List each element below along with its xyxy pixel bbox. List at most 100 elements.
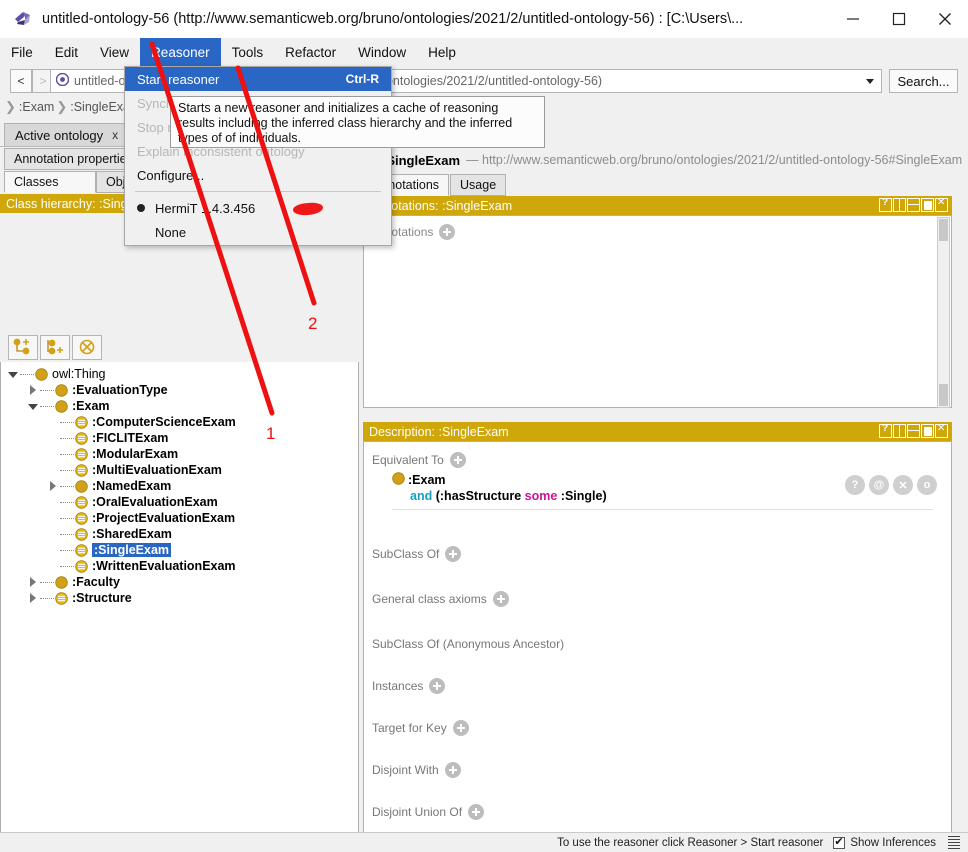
split-vertical-icon[interactable] — [893, 424, 906, 438]
menu-item-none[interactable]: None — [125, 220, 391, 244]
breadcrumb-item-exam[interactable]: ❯ :Exam — [5, 99, 54, 115]
add-subclass-of-button[interactable] — [445, 546, 462, 562]
delete-icon[interactable]: ✕ — [893, 475, 913, 495]
chevron-down-icon[interactable] — [866, 79, 874, 84]
breadcrumb: ❯ :Exam ❯ :SingleExam — [5, 97, 142, 117]
menu-edit[interactable]: Edit — [44, 38, 89, 66]
delete-class-button[interactable] — [72, 335, 102, 360]
entity-header: :SingleExam — http://www.semanticweb.org… — [363, 148, 968, 172]
expand-arrow-icon[interactable] — [27, 384, 38, 396]
axiom-property: :hasStructure — [439, 489, 522, 503]
tree-node-singleexam[interactable]: :SingleExam — [1, 542, 358, 558]
add-disjoint-union-of-button[interactable] — [468, 804, 485, 820]
close-panel-icon[interactable] — [935, 423, 948, 438]
maximize-panel-icon[interactable] — [921, 424, 934, 438]
tree-node-evaluationtype[interactable]: :EvaluationType — [1, 382, 358, 398]
class-icon — [55, 399, 68, 413]
tree-node-multievaluationexam[interactable]: :MultiEvaluationExam — [1, 462, 358, 478]
tree-node-oralevaluationexam[interactable]: :OralEvaluationExam — [1, 494, 358, 510]
subtab-annotation-properties[interactable]: Annotation properties — [4, 148, 143, 170]
menu-item-start-reasoner[interactable]: Start reasoner Ctrl-R — [125, 67, 391, 91]
menu-tools[interactable]: Tools — [221, 38, 275, 66]
add-sibling-class-button[interactable] — [40, 335, 70, 360]
edit-icon[interactable]: o — [917, 475, 937, 495]
annotate-icon[interactable]: @ — [869, 475, 889, 495]
menu-help[interactable]: Help — [417, 38, 467, 66]
search-button[interactable]: Search... — [889, 69, 958, 93]
tree-node-computerscienceexam[interactable]: :ComputerScienceExam — [1, 414, 358, 430]
tree-node-ficlitexam[interactable]: :FICLITExam — [1, 430, 358, 446]
tree-connector — [40, 597, 54, 599]
close-button[interactable] — [922, 0, 968, 38]
tab-active-ontology[interactable]: Active ontology x — [4, 123, 130, 146]
tree-node-exam[interactable]: :Exam — [1, 398, 358, 414]
split-horizontal-icon[interactable] — [907, 424, 920, 438]
menu-window[interactable]: Window — [347, 38, 417, 66]
add-instance-button[interactable] — [429, 678, 446, 694]
tree-node-label: :ModularExam — [92, 447, 179, 461]
add-disjoint-with-button[interactable] — [444, 762, 461, 778]
class-hierarchy-tree[interactable]: owl:Thing:EvaluationType:Exam:ComputerSc… — [0, 362, 359, 852]
add-equivalent-to-button[interactable] — [449, 452, 466, 468]
help-icon[interactable]: ? — [879, 197, 892, 212]
maximize-panel-icon[interactable] — [921, 198, 934, 212]
description-panel-header: Description: :SingleExam ? — [363, 422, 952, 441]
tree-node-label: :SingleExam — [92, 543, 172, 557]
start-reasoner-tooltip: Starts a new reasoner and initializes a … — [170, 96, 545, 148]
section-target-for-key: Target for Key — [364, 720, 951, 736]
tree-node-projectevaluationexam[interactable]: :ProjectEvaluationExam — [1, 510, 358, 526]
annotations-scrollbar[interactable] — [937, 217, 950, 408]
tree-connector — [60, 533, 74, 535]
minimize-button[interactable] — [830, 0, 876, 38]
menu-item-configure[interactable]: Configure... — [125, 163, 391, 187]
subtab-classes[interactable]: Classes — [4, 171, 96, 193]
close-panel-icon[interactable] — [935, 197, 948, 212]
annotations-panel-controls: ? — [879, 197, 948, 212]
collapse-arrow-icon[interactable] — [27, 401, 38, 412]
close-icon[interactable]: x — [112, 128, 118, 142]
menu-file[interactable]: File — [0, 38, 44, 66]
help-icon[interactable]: ? — [879, 423, 892, 438]
tree-node-sharedexam[interactable]: :SharedExam — [1, 526, 358, 542]
split-horizontal-icon[interactable] — [907, 198, 920, 212]
section-equivalent-to: Equivalent To :Exam and (:hasStructure s… — [364, 442, 951, 510]
expand-arrow-icon[interactable] — [47, 480, 58, 492]
radio-selected-icon — [137, 204, 145, 212]
status-message: To use the reasoner click Reasoner > Sta… — [557, 836, 824, 849]
expand-arrow-icon[interactable] — [27, 592, 38, 604]
back-button[interactable]: < — [10, 69, 32, 93]
menu-view[interactable]: View — [89, 38, 140, 66]
radio-unselected-icon — [137, 228, 145, 236]
window-controls — [830, 0, 968, 38]
menu-refactor[interactable]: Refactor — [274, 38, 347, 66]
title-bar: untitled-ontology-56 (http://www.semanti… — [0, 0, 968, 38]
axiom-close-paren: ) — [602, 489, 607, 503]
tree-node-structure[interactable]: :Structure — [1, 590, 358, 606]
defined-class-icon — [75, 495, 88, 509]
add-general-class-axiom-button[interactable] — [492, 591, 509, 607]
add-target-for-key-button[interactable] — [452, 720, 469, 736]
add-subclass-button[interactable] — [8, 335, 38, 360]
tree-node-modularexam[interactable]: :ModularExam — [1, 446, 358, 462]
equivalent-to-axiom-row[interactable]: :Exam and (:hasStructure some :Single) ?… — [392, 472, 951, 510]
scrollbar-thumb[interactable] — [939, 219, 948, 241]
show-inferences-label: Show Inferences — [850, 836, 936, 849]
menu-item-hermit[interactable]: HermiT 1.4.3.456 — [125, 196, 391, 220]
tree-node-faculty[interactable]: :Faculty — [1, 574, 358, 590]
split-vertical-icon[interactable] — [893, 198, 906, 212]
explain-icon[interactable]: ? — [845, 475, 865, 495]
tab-usage[interactable]: Usage — [450, 174, 507, 196]
show-inferences-checkbox[interactable] — [833, 835, 846, 849]
scrollbar-thumb[interactable] — [939, 384, 948, 406]
tree-node-writtenevaluationexam[interactable]: :WrittenEvaluationExam — [1, 558, 358, 574]
tree-node-namedexam[interactable]: :NamedExam — [1, 478, 358, 494]
log-lines-icon[interactable] — [948, 835, 960, 850]
menu-reasoner[interactable]: Reasoner — [140, 38, 221, 66]
collapse-arrow-icon[interactable] — [7, 369, 18, 380]
tree-node-owl-thing[interactable]: owl:Thing — [1, 366, 358, 382]
maximize-button[interactable] — [876, 0, 922, 38]
defined-class-icon — [75, 511, 88, 525]
expand-arrow-icon[interactable] — [27, 576, 38, 588]
add-annotation-button[interactable] — [439, 224, 456, 240]
